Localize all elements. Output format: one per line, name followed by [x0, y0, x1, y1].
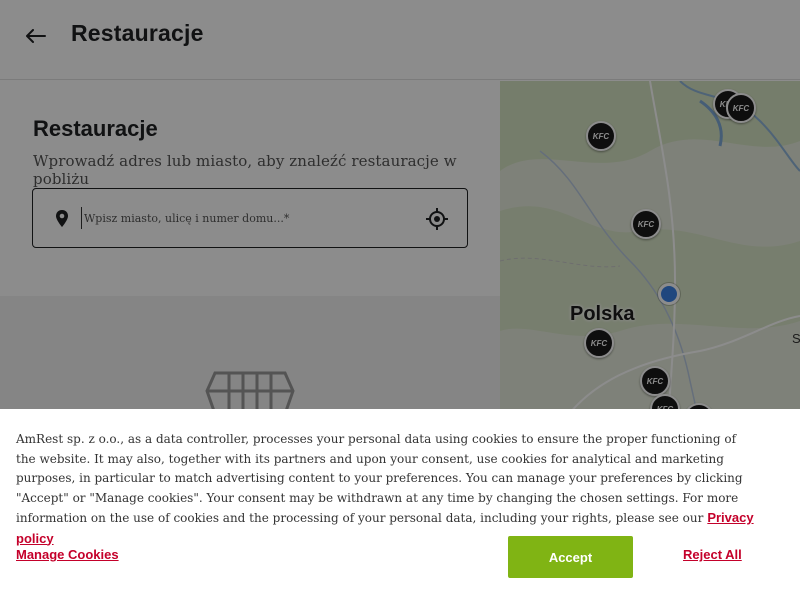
cookie-consent-text: AmRest sp. z o.o., as a data controller,…	[16, 432, 743, 525]
manage-cookies-link[interactable]: Manage Cookies	[16, 547, 119, 562]
cookie-banner: AmRest sp. z o.o., as a data controller,…	[0, 409, 800, 600]
reject-all-link[interactable]: Reject All	[683, 547, 742, 562]
cookie-banner-text: AmRest sp. z o.o., as a data controller,…	[16, 430, 756, 549]
accept-cookies-button[interactable]: Accept	[508, 536, 633, 578]
